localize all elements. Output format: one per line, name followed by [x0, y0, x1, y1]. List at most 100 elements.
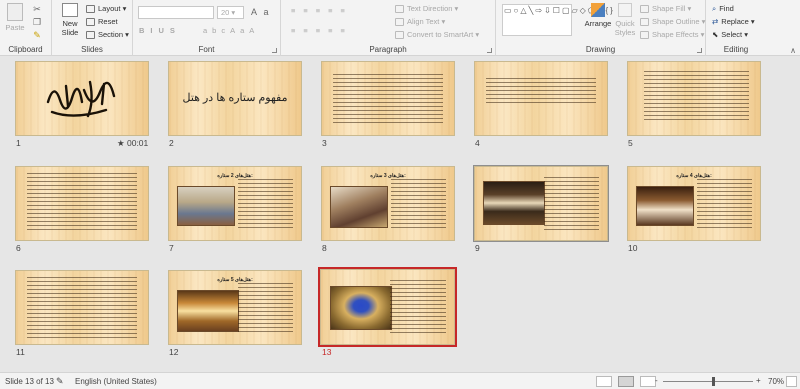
slide-number: 10: [628, 243, 638, 253]
hotel-lobby-photo: [330, 186, 388, 228]
zoom-level[interactable]: 70%: [768, 377, 784, 386]
paragraph-launcher-icon[interactable]: [487, 48, 492, 53]
fit-to-window-button[interactable]: [786, 376, 797, 387]
editing-label: Editing: [723, 45, 749, 54]
format-painter-icon[interactable]: ✎: [32, 30, 42, 40]
normal-view-button[interactable]: [596, 376, 612, 387]
zoom-in-button[interactable]: +: [756, 376, 761, 385]
select-button[interactable]: ⬉ Select ▾: [712, 30, 748, 40]
paragraph-group: ≡≡≡≡≡ ≡≡≡≡≡ Text Direction ▾ Align Text …: [281, 0, 496, 56]
slide-title: مفهوم ستاره ها در هتل: [182, 92, 288, 104]
slide-thumbnail-4[interactable]: [474, 61, 608, 136]
align-buttons[interactable]: ≡≡≡≡≡: [291, 26, 353, 36]
spellcheck-icon[interactable]: ✎: [56, 376, 64, 387]
drawing-launcher-icon[interactable]: [697, 48, 702, 53]
text-direction-button[interactable]: Text Direction ▾: [395, 4, 458, 14]
shape-fill-icon: [640, 5, 649, 14]
replace-button[interactable]: ⇄ Replace ▾: [712, 17, 755, 27]
slide-thumbnail-13-selected[interactable]: [318, 267, 457, 347]
slide-text-block: [237, 178, 294, 232]
slide-counter: Slide 13 of 13: [5, 377, 54, 386]
shape-fill-button[interactable]: Shape Fill ▾: [640, 4, 691, 14]
arrange-icon: [591, 3, 605, 17]
font-name-combo[interactable]: [138, 6, 214, 19]
font-launcher-icon[interactable]: [272, 48, 277, 53]
new-slide-button[interactable]: New Slide: [58, 3, 82, 37]
slide-text-block: [332, 73, 444, 127]
cut-icon[interactable]: ✂: [32, 4, 42, 14]
zoom-slider[interactable]: [663, 381, 753, 382]
slide-thumbnail-5[interactable]: [627, 61, 761, 136]
reset-icon: [86, 18, 95, 27]
slide-thumbnail-12[interactable]: هتل‌های 5 ستاره:: [168, 270, 302, 345]
align-text-icon: [395, 18, 404, 27]
font-extra-buttons[interactable]: abcAaA: [203, 26, 259, 36]
text-direction-icon: [395, 5, 404, 14]
ribbon: Paste ✂ ❐ ✎ Clipboard New Slide Layout ▾…: [0, 0, 800, 56]
paragraph-label: Paragraph: [369, 45, 407, 54]
slide-text-block: [696, 178, 753, 232]
arrange-button[interactable]: Arrange: [584, 3, 612, 28]
editing-group: ⌕ Find ⇄ Replace ▾ ⬉ Select ▾ Editing: [706, 0, 766, 56]
replace-icon: ⇄: [712, 17, 719, 26]
slide-thumbnail-1[interactable]: [15, 61, 149, 136]
shape-effects-button[interactable]: Shape Effects ▾: [640, 30, 704, 40]
slide-text-block: [543, 177, 600, 232]
slide-thumbnail-2[interactable]: مفهوم ستاره ها در هتل: [168, 61, 302, 136]
reset-button[interactable]: Reset: [86, 17, 118, 27]
slide-thumbnail-7[interactable]: هتل‌های 2 ستاره:: [168, 166, 302, 241]
slide-number: 12: [169, 347, 179, 357]
slide-text-block: [390, 178, 447, 232]
slide-text-block: [26, 276, 138, 339]
slide-thumbnail-11[interactable]: [15, 270, 149, 345]
slide-sorter[interactable]: 1 ★ 00:01 مفهوم ستاره ها در هتل 2 3 4 5 …: [0, 56, 800, 372]
slide-thumbnail-10[interactable]: هتل‌های 4 ستاره:: [627, 166, 761, 241]
reading-view-button[interactable]: [640, 376, 656, 387]
slide-number: 1: [16, 138, 21, 148]
slide-thumbnail-8[interactable]: هتل‌های 3 ستاره:: [321, 166, 455, 241]
status-bar: Slide 13 of 13 ✎ English (United States)…: [0, 372, 800, 389]
slide-number: 2: [169, 138, 174, 148]
copy-icon[interactable]: ❐: [32, 17, 42, 27]
shape-outline-button[interactable]: Shape Outline ▾: [640, 17, 705, 27]
slide-text-block: [643, 70, 750, 124]
layout-button[interactable]: Layout ▾: [86, 4, 126, 14]
find-icon: ⌕: [712, 4, 717, 13]
shape-effects-icon: [640, 31, 649, 40]
font-group: 20 ▾ A a BIUS abcAaA Font: [133, 0, 281, 56]
paste-icon: [7, 3, 23, 21]
slide-sorter-view-button[interactable]: [618, 376, 634, 387]
font-size-combo[interactable]: 20 ▾: [217, 6, 244, 19]
zoom-out-button[interactable]: -: [655, 376, 658, 385]
section-button[interactable]: Section ▾: [86, 30, 129, 40]
slide-text-block: [485, 78, 597, 106]
zoom-slider-thumb[interactable]: [712, 377, 715, 386]
quick-styles-button[interactable]: Quick Styles: [612, 3, 638, 37]
convert-smartart-button[interactable]: Convert to SmartArt ▾: [395, 30, 479, 40]
slide-thumbnail-9[interactable]: [473, 165, 609, 242]
shape-outline-icon: [640, 18, 649, 27]
slide-number: 6: [16, 243, 21, 253]
slide-text-block: [237, 282, 294, 336]
slide-number: 7: [169, 243, 174, 253]
font-label: Font: [198, 45, 215, 54]
language-indicator[interactable]: English (United States): [75, 377, 157, 386]
find-button[interactable]: ⌕ Find: [712, 4, 734, 14]
new-slide-label2: Slide: [61, 28, 79, 37]
paste-button[interactable]: Paste: [4, 3, 26, 32]
drawing-label: Drawing: [585, 45, 616, 54]
align-text-button[interactable]: Align Text ▾: [395, 17, 445, 27]
slide-thumbnail-3[interactable]: [321, 61, 455, 136]
slide-thumbnail-6[interactable]: [15, 166, 149, 241]
shapes-gallery[interactable]: ▭○△╲⇨⇩☐▢▱◇⬠✩{}: [502, 4, 613, 36]
collapse-ribbon-icon[interactable]: ∧: [790, 46, 796, 55]
hotel-suite-photo: [483, 181, 545, 225]
increase-font-icon[interactable]: A: [249, 7, 259, 17]
slides-label: Slides: [81, 45, 103, 54]
slide-text-block: [390, 280, 447, 336]
slide-number: 8: [322, 243, 327, 253]
font-format-buttons[interactable]: BIUS: [139, 26, 181, 36]
hotel-hall-photo: [177, 290, 239, 332]
decrease-font-icon[interactable]: a: [261, 7, 271, 17]
list-buttons[interactable]: ≡≡≡≡≡: [291, 6, 353, 16]
